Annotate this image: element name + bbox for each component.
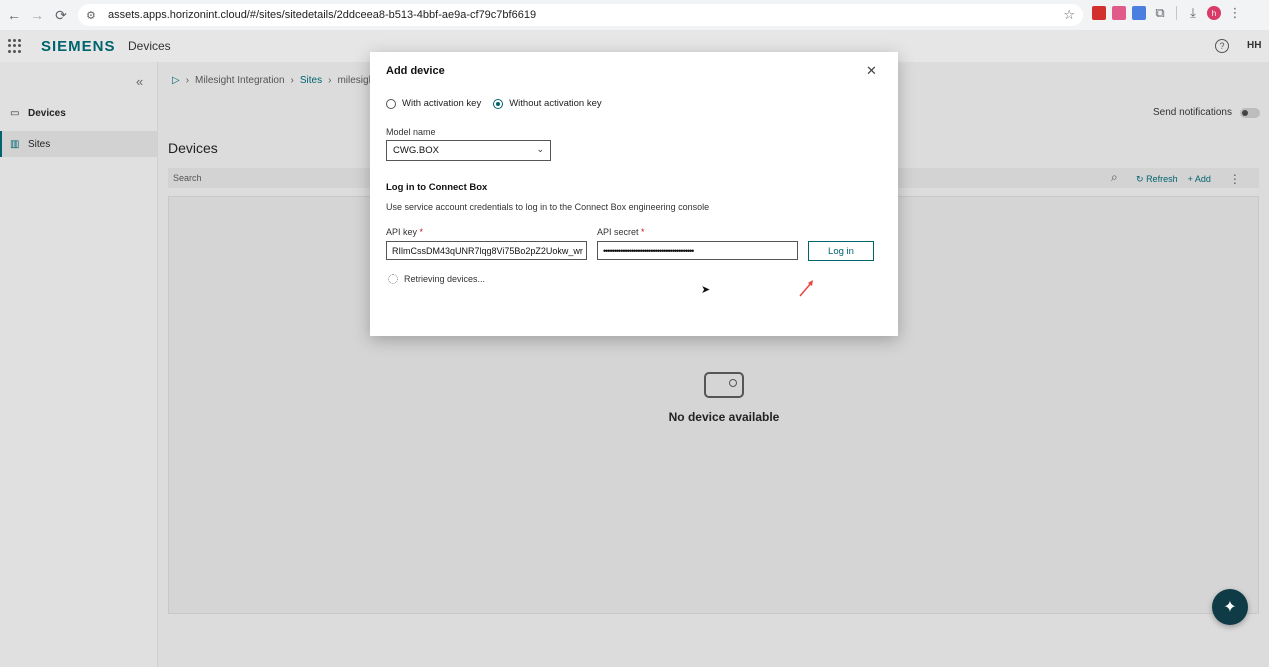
sidebar: « ▭ Devices ▥ Sites [0,62,158,667]
sidebar-item-sites[interactable]: ▥ Sites [0,131,157,157]
list-toolbar: ↻ Refresh + Add ⋮ [1136,172,1241,186]
required-marker: * [641,227,645,237]
browser-menu-icon[interactable]: ⋮ [1227,5,1243,21]
collapse-sidebar-icon[interactable]: « [136,74,143,89]
extension-red-icon[interactable] [1092,6,1106,20]
breadcrumb-separator-icon: › [290,75,294,86]
send-notifications-label: Send notifications [1153,107,1232,118]
model-name-value: CWG.BOX [393,145,439,156]
translate-icon[interactable] [1132,6,1146,20]
annotation-arrow-icon [799,280,813,297]
app-switcher-icon[interactable] [8,39,22,53]
api-secret-input[interactable]: ••••••••••••••••••••••••••••••••••••••••… [597,241,798,260]
send-notifications: Send notifications [1153,107,1260,118]
refresh-label: Refresh [1146,173,1178,184]
ai-assistant-button[interactable]: ✦ [1212,589,1248,625]
site-info-icon[interactable]: ⚙ [86,9,100,22]
section-description: Use service account credentials to log i… [386,202,710,212]
radio-without-label[interactable]: Without activation key [509,98,601,109]
building-icon: ▥ [10,138,20,150]
reload-icon[interactable]: ⟳ [49,3,73,27]
add-device-dialog: Add device ✕ With activation key Without… [370,52,898,336]
refresh-button[interactable]: ↻ Refresh [1136,174,1178,185]
api-key-label: API key * [386,227,423,237]
model-name-label: Model name [386,127,436,137]
loading-indicator: Retrieving devices... [388,274,485,284]
forward-icon[interactable]: → [25,3,49,27]
profile-avatar[interactable]: h [1207,6,1221,20]
refresh-icon: ↻ [1136,173,1144,184]
download-icon[interactable]: ⤓ [1185,5,1201,21]
spinner-icon [388,274,398,284]
add-button[interactable]: + Add [1188,174,1211,184]
radio-with-activation-key[interactable] [386,98,396,109]
sidebar-item-label: Devices [28,107,66,119]
user-avatar[interactable]: HH [1247,40,1261,51]
breadcrumb: ▷ › Milesight Integration › Sites › mile… [172,75,374,86]
mouse-cursor-icon: ➤ [701,284,711,296]
more-options-icon[interactable]: ⋮ [1229,172,1241,186]
back-icon[interactable]: ← [2,3,26,27]
breadcrumb-separator-icon: › [328,75,332,86]
app-name: Devices [128,39,171,53]
plus-icon: + [1187,174,1193,184]
close-icon[interactable]: ✕ [866,63,877,79]
dialog-title: Add device [386,65,445,77]
breadcrumb-item-integration[interactable]: Milesight Integration [195,75,285,86]
radio-with-label[interactable]: With activation key [402,98,481,109]
api-key-input[interactable]: RIlmCssDM43qUNR7lqg8Vi75Bo2pZ2Uokw_wr [386,241,587,260]
device-icon: ▭ [10,107,20,119]
search-icon[interactable]: ⌕ [1111,170,1118,185]
bookmark-star-icon[interactable]: ☆ [1063,7,1075,23]
address-bar[interactable]: ⚙ assets.apps.horizonint.cloud/#/sites/s… [78,4,1083,26]
sidebar-item-label: Sites [28,138,51,150]
radio-without-activation-key[interactable] [493,98,504,109]
activation-radio-group: With activation key Without activation k… [386,98,614,109]
api-secret-label-text: API secret [597,227,639,237]
empty-state-text: No device available [668,410,780,424]
puzzle-extensions-icon[interactable]: ⧉ [1152,5,1168,21]
sidebar-item-devices[interactable]: ▭ Devices [0,100,157,126]
model-name-select[interactable]: CWG.BOX ⌄ [386,140,551,161]
breadcrumb-item-site: milesigh [337,75,375,86]
chevron-down-icon: ⌄ [536,144,544,154]
api-secret-label: API secret * [597,227,645,237]
page-title: Devices [168,140,218,156]
login-button[interactable]: Log in [808,241,874,261]
brand-logo: SIEMENS [41,38,116,55]
sparkle-icon: ✦ [1223,599,1237,616]
expand-panel-icon[interactable]: ▷ [172,75,180,86]
api-key-label-text: API key [386,227,418,237]
search-input[interactable]: Search [173,173,202,183]
toolbar-divider [1176,6,1177,20]
breadcrumb-separator-icon: › [185,75,190,86]
browser-toolbar: ← → ⟳ ⚙ assets.apps.horizonint.cloud/#/s… [0,0,1269,30]
empty-state: No device available [604,372,844,424]
extension-pink-icon[interactable] [1112,6,1126,20]
device-icon [704,372,744,398]
add-label: Add [1194,174,1211,184]
breadcrumb-item-sites[interactable]: Sites [300,75,322,86]
url-text: assets.apps.horizonint.cloud/#/sites/sit… [108,9,537,21]
loading-text: Retrieving devices... [404,274,486,284]
required-marker: * [419,227,424,237]
section-title: Log in to Connect Box [386,182,488,193]
extensions-area: ⧉ ⤓ h ⋮ [1092,5,1243,21]
help-icon[interactable]: ? [1215,39,1229,53]
send-notifications-toggle[interactable] [1239,107,1260,118]
